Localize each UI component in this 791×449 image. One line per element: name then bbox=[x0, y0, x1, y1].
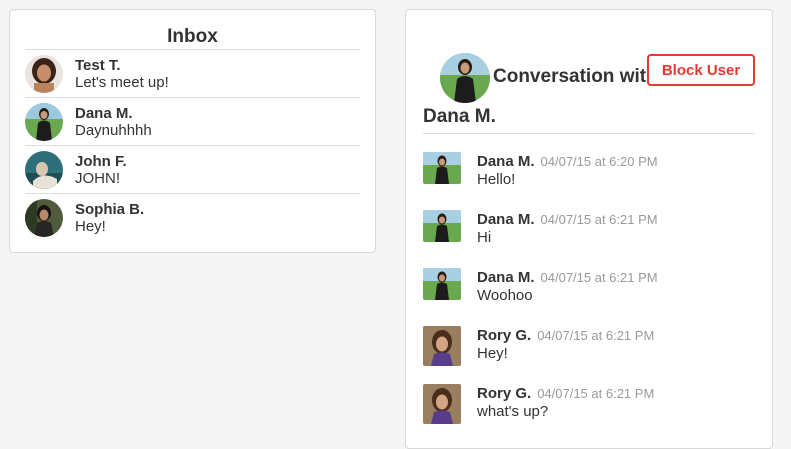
inbox-item-sophia[interactable]: Sophia B. Hey! bbox=[25, 194, 360, 242]
message-item: Dana M. 04/07/15 at 6:21 PM Hi bbox=[423, 210, 755, 250]
avatar bbox=[25, 54, 63, 93]
avatar bbox=[423, 152, 461, 184]
inbox-item-message: Let's meet up! bbox=[75, 73, 169, 91]
message-item: Dana M. 04/07/15 at 6:21 PM Woohoo bbox=[423, 268, 755, 308]
message-text: what's up? bbox=[477, 403, 549, 420]
inbox-item-name: Test T. bbox=[75, 56, 121, 74]
inbox-item-message: JOHN! bbox=[75, 169, 120, 187]
block-user-button[interactable]: Block User bbox=[647, 54, 755, 86]
message-timestamp: 04/07/15 at 6:20 PM bbox=[540, 154, 658, 169]
conversation-title: Conversation with bbox=[493, 66, 658, 87]
avatar bbox=[423, 210, 461, 242]
message-timestamp: 04/07/15 at 6:21 PM bbox=[540, 270, 658, 285]
message-text: Hi bbox=[477, 229, 492, 246]
inbox-item-name: John F. bbox=[75, 152, 127, 170]
message-item: Rory G. 04/07/15 at 6:21 PM what's up? bbox=[423, 384, 755, 424]
message-sender: Dana M. 04/07/15 at 6:20 PM bbox=[477, 153, 658, 170]
avatar bbox=[25, 102, 63, 141]
avatar bbox=[423, 268, 461, 300]
message-timestamp: 04/07/15 at 6:21 PM bbox=[537, 386, 655, 401]
avatar bbox=[423, 384, 461, 424]
message-text: Hello! bbox=[477, 171, 516, 188]
inbox-item-message: Daynuhhhh bbox=[75, 121, 152, 139]
message-text: Woohoo bbox=[477, 287, 533, 304]
inbox-item-dana[interactable]: Dana M. Daynuhhhh bbox=[25, 98, 360, 146]
conversation-title-name: Dana M. bbox=[423, 106, 496, 127]
inbox-item-test[interactable]: Test T. Let's meet up! bbox=[25, 50, 360, 98]
avatar bbox=[25, 199, 63, 237]
message-sender: Dana M. 04/07/15 at 6:21 PM bbox=[477, 211, 658, 228]
message-item: Rory G. 04/07/15 at 6:21 PM Hey! bbox=[423, 326, 755, 366]
message-item: Dana M. 04/07/15 at 6:20 PM Hello! bbox=[423, 152, 755, 192]
inbox-title: Inbox bbox=[25, 24, 360, 50]
message-text: Hey! bbox=[477, 345, 508, 362]
message-timestamp: 04/07/15 at 6:21 PM bbox=[537, 328, 655, 343]
conversation-panel: Conversation with Dana M. Block User Dan… bbox=[405, 9, 773, 449]
avatar bbox=[423, 326, 461, 366]
inbox-panel: Inbox Test T. Let's meet up! Dana M. Day… bbox=[9, 9, 376, 253]
inbox-item-name: Dana M. bbox=[75, 104, 133, 122]
conversation-header: Conversation with Dana M. Block User bbox=[423, 10, 755, 134]
inbox-item-john[interactable]: John F. JOHN! bbox=[25, 146, 360, 194]
inbox-item-name: Sophia B. bbox=[75, 201, 145, 218]
inbox-item-message: Hey! bbox=[75, 218, 106, 235]
avatar bbox=[440, 53, 490, 103]
message-sender: Rory G. 04/07/15 at 6:21 PM bbox=[477, 385, 655, 402]
message-sender: Dana M. 04/07/15 at 6:21 PM bbox=[477, 269, 658, 286]
avatar bbox=[25, 150, 63, 189]
message-sender: Rory G. 04/07/15 at 6:21 PM bbox=[477, 327, 655, 344]
message-timestamp: 04/07/15 at 6:21 PM bbox=[540, 212, 658, 227]
